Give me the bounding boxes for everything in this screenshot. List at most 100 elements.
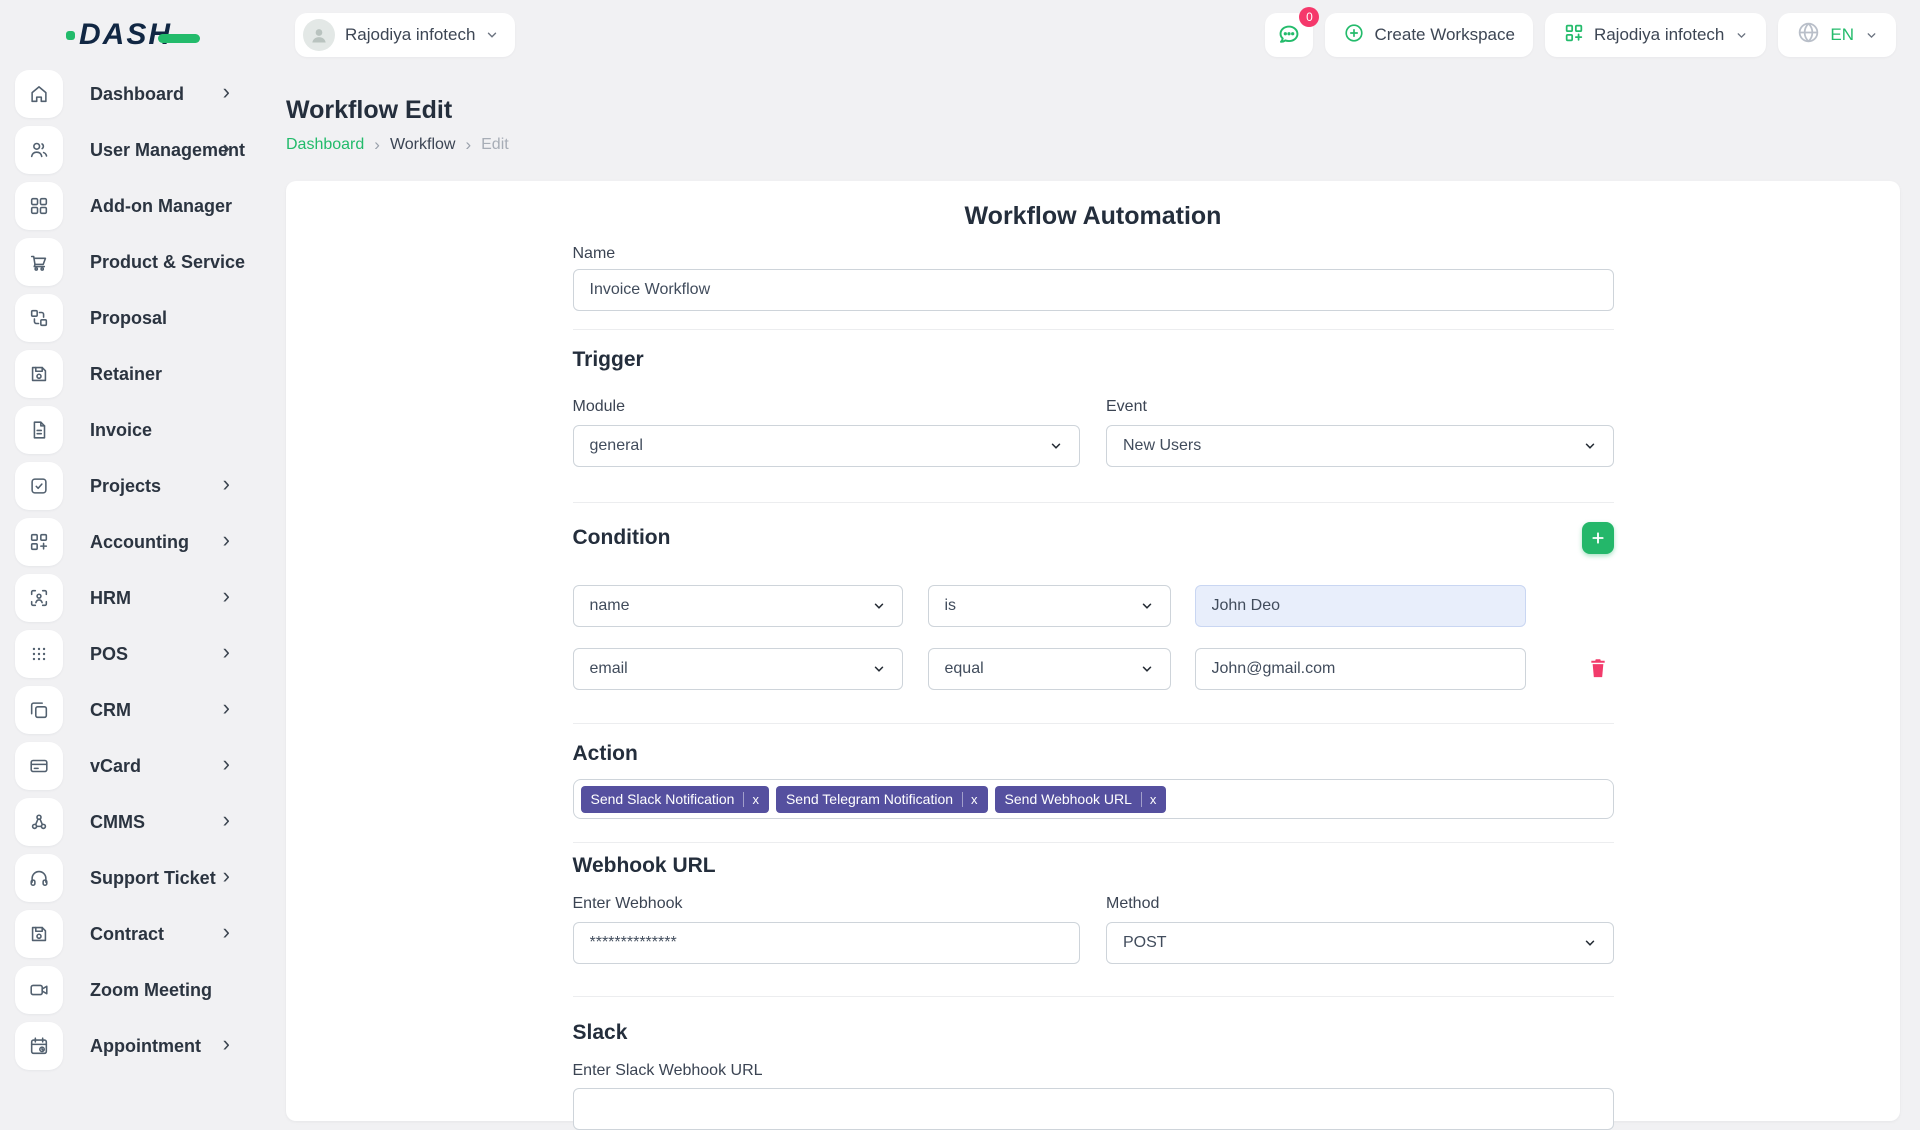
condition-value-input[interactable] [1195, 585, 1526, 627]
sidebar-item-hrm[interactable]: HRM› [15, 574, 280, 622]
action-tags-field[interactable]: Send Slack Notification x Send Telegram … [573, 779, 1614, 819]
sidebar-item-appointment[interactable]: Appointment› [15, 1022, 280, 1070]
sidebar-item-label: Zoom Meeting [90, 980, 212, 1001]
dots-grid-icon [15, 630, 63, 678]
webhook-heading: Webhook URL [573, 853, 1614, 879]
sidebar-item-label: Projects [90, 476, 161, 497]
condition-value-input[interactable] [1195, 648, 1526, 690]
sidebar-item-label: Product & Service [90, 252, 245, 273]
messages-button[interactable]: 0 [1265, 13, 1313, 57]
create-workspace-button[interactable]: Create Workspace [1325, 13, 1532, 57]
chevron-right-icon: › [223, 865, 230, 887]
sidebar-item-user-management[interactable]: User Management› [15, 126, 280, 174]
chevron-down-icon [485, 28, 499, 42]
condition-field-select[interactable]: name [573, 585, 903, 627]
chevron-down-icon [1049, 439, 1063, 453]
language-code: EN [1830, 25, 1854, 45]
sidebar-item-support-ticket[interactable]: Support Ticket › [15, 854, 280, 902]
users-icon [15, 126, 63, 174]
chevron-down-icon [1583, 936, 1597, 950]
workflow-form-card: Workflow Automation Name Trigger Module … [286, 181, 1900, 1121]
sidebar-item-dashboard[interactable]: Dashboard› [15, 70, 280, 118]
action-heading: Action [573, 741, 1614, 767]
chevron-right-icon: › [223, 529, 230, 551]
breadcrumb-current: Edit [481, 136, 509, 154]
sidebar-item-proposal[interactable]: Proposal [15, 294, 280, 342]
sidebar-nav: Dashboard› User Management› Add-on Manager… [0, 70, 280, 1080]
file-icon [15, 406, 63, 454]
grid-plus-icon [15, 518, 63, 566]
workspace-selector[interactable]: Rajodiya infotech [295, 13, 515, 57]
module-select[interactable]: general [573, 425, 1081, 467]
webhook-url-input[interactable] [573, 922, 1081, 964]
copy-icon [15, 686, 63, 734]
globe-icon [1796, 20, 1821, 50]
condition-field-select[interactable]: email [573, 648, 903, 690]
sidebar-item-label: vCard [90, 756, 141, 777]
chevron-down-icon [1583, 439, 1597, 453]
breadcrumb-workflow[interactable]: Workflow [390, 136, 456, 154]
sidebar-item-product-service[interactable]: Product & Service [15, 238, 280, 286]
method-select[interactable]: POST [1106, 922, 1614, 964]
sidebar-item-label: Support Ticket [90, 868, 216, 889]
brand-logo[interactable]: DASH [66, 18, 200, 52]
name-label: Name [573, 245, 1614, 263]
module-label: Module [573, 398, 1081, 416]
remove-tag-button[interactable]: x [1141, 792, 1157, 807]
sidebar-item-zoom-meeting[interactable]: Zoom Meeting [15, 966, 280, 1014]
sidebar-item-add-on-manager[interactable]: Add-on Manager [15, 182, 280, 230]
slack-heading: Slack [573, 1020, 1614, 1046]
chevron-right-icon: › [223, 753, 230, 775]
workflow-name-input[interactable] [573, 269, 1614, 311]
create-workspace-label: Create Workspace [1374, 25, 1514, 45]
add-condition-button[interactable] [1582, 522, 1614, 554]
sidebar-item-cmms[interactable]: CMMS› [15, 798, 280, 846]
condition-operator-select[interactable]: equal [928, 648, 1171, 690]
page-title: Workflow Edit [286, 96, 1900, 125]
remove-tag-button[interactable]: x [743, 792, 759, 807]
divider [573, 329, 1614, 330]
sidebar-item-contract[interactable]: Contract› [15, 910, 280, 958]
sidebar-item-projects[interactable]: Projects› [15, 462, 280, 510]
sidebar-item-accounting[interactable]: Accounting › [15, 518, 280, 566]
condition-operator-select[interactable]: is [928, 585, 1171, 627]
company-selector[interactable]: Rajodiya infotech [1545, 13, 1766, 57]
headset-icon [15, 854, 63, 902]
breadcrumb-dashboard[interactable]: Dashboard [286, 136, 364, 154]
slack-webhook-input[interactable] [573, 1088, 1614, 1130]
delete-condition-button[interactable] [1588, 657, 1608, 684]
sidebar-item-label: Appointment [90, 1036, 201, 1057]
language-selector[interactable]: EN [1778, 13, 1896, 57]
sidebar-item-label: Contract [90, 924, 164, 945]
top-header: DASH Rajodiya infotech 0 Create Workspac… [0, 0, 1920, 70]
chevron-down-icon [872, 599, 886, 613]
grid-icon [15, 182, 63, 230]
event-select[interactable]: New Users [1106, 425, 1614, 467]
calendar-icon [15, 1022, 63, 1070]
divider [573, 723, 1614, 724]
trigger-heading: Trigger [573, 347, 1614, 373]
sidebar-item-label: Retainer [90, 364, 162, 385]
sidebar-item-label: Accounting [90, 532, 189, 553]
check-square-icon [15, 462, 63, 510]
user-scan-icon [15, 574, 63, 622]
chevron-down-icon [1140, 662, 1154, 676]
sidebar-item-crm[interactable]: CRM› [15, 686, 280, 734]
sidebar-item-label: Invoice [90, 420, 152, 441]
chevron-down-icon [1865, 29, 1878, 42]
plus-circle-icon [1343, 22, 1365, 49]
chevron-right-icon: › [465, 135, 471, 155]
form-heading: Workflow Automation [573, 201, 1614, 231]
avatar [303, 19, 335, 51]
company-name: Rajodiya infotech [1594, 25, 1724, 45]
sidebar-item-label: CRM [90, 700, 131, 721]
webhook-url-label: Enter Webhook [573, 895, 1081, 913]
sidebar-item-vcard[interactable]: vCard › [15, 742, 280, 790]
sidebar-item-label: CMMS [90, 812, 145, 833]
sidebar-item-pos[interactable]: POS› [15, 630, 280, 678]
condition-row: name is [573, 585, 1614, 627]
sidebar-item-label: POS [90, 644, 128, 665]
sidebar-item-invoice[interactable]: Invoice [15, 406, 280, 454]
sidebar-item-retainer[interactable]: Retainer [15, 350, 280, 398]
remove-tag-button[interactable]: x [962, 792, 978, 807]
